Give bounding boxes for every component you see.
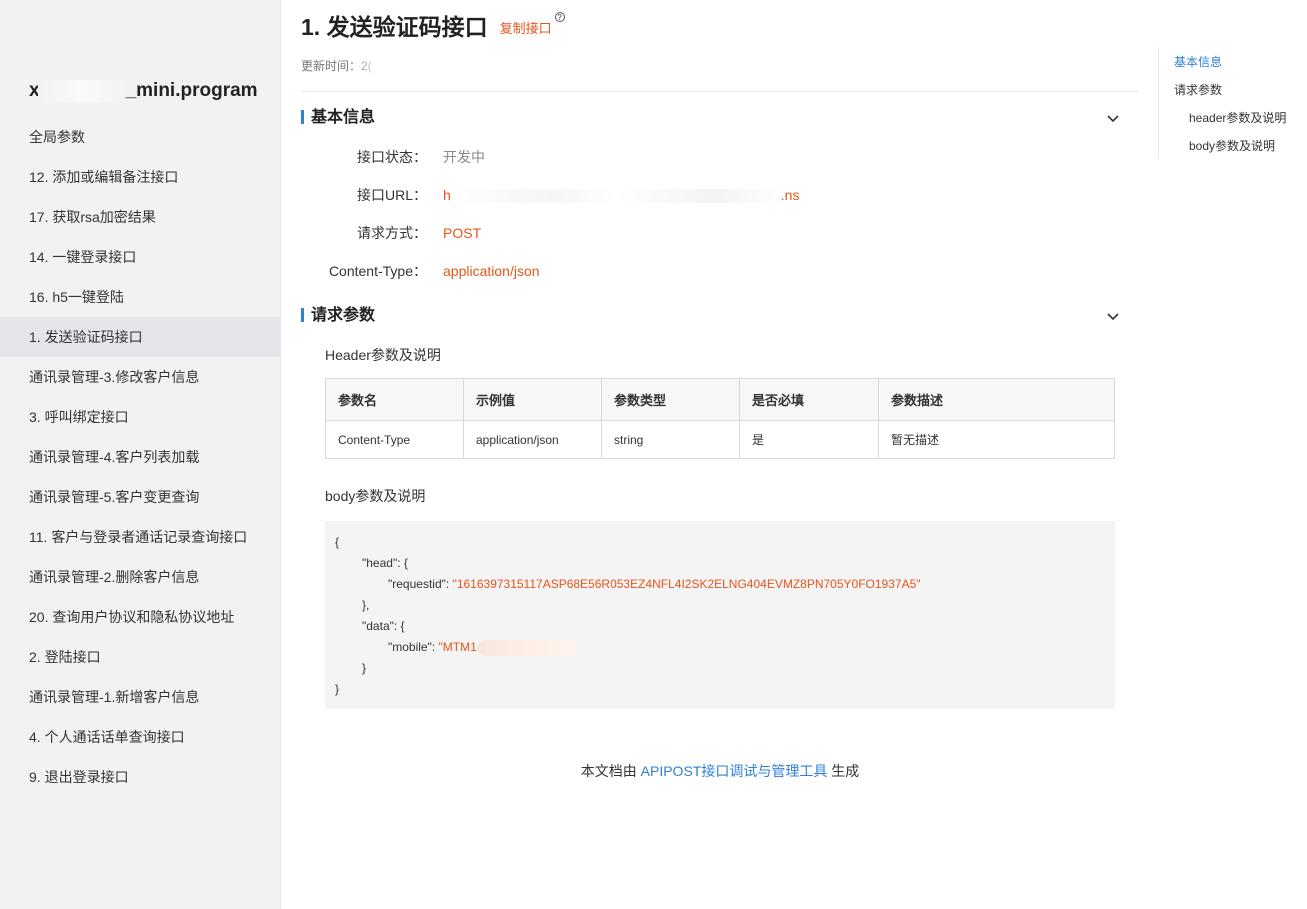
sidebar: x _mini.program 全局参数 12. 添加或编辑备注接口 17. 获取… xyxy=(0,0,281,909)
sidebar-item-call-bind[interactable]: 3. 呼叫绑定接口 xyxy=(0,397,280,437)
info-row-status: 接口状态： 开发中 xyxy=(301,147,1139,167)
table-row: Content-Type application/json string 是 暂… xyxy=(325,420,1115,459)
update-time-fade xyxy=(347,60,388,73)
section-accent-bar xyxy=(301,110,304,124)
mobile-redacted xyxy=(476,639,577,656)
sidebar-item-customer-list[interactable]: 通讯录管理-4.客户列表加载 xyxy=(0,437,280,477)
footer-suffix: 生成 xyxy=(827,763,860,779)
column-header: 是否必填 xyxy=(739,378,879,421)
code-key: "mobile": xyxy=(388,640,439,654)
column-header: 示例值 xyxy=(463,378,602,421)
info-row-url: 接口URL： h .ns xyxy=(301,185,1139,205)
body-code-block[interactable]: { "head": { "requestid": "1616397315117A… xyxy=(325,521,1115,709)
code-line: "data": { xyxy=(362,619,405,633)
code-line: "mobile": "MTM1 xyxy=(335,637,1105,658)
sidebar-item-delete-customer[interactable]: 通讯录管理-2.删除客户信息 xyxy=(0,557,280,597)
sidebar-item-add-customer[interactable]: 通讯录管理-1.新增客户信息 xyxy=(0,677,280,717)
sidebar-item-agreement[interactable]: 20. 查询用户协议和隐私协议地址 xyxy=(0,597,280,637)
code-string: "1616397315117ASP68E56R053EZ4NFL4I2SK2EL… xyxy=(452,577,921,591)
table-of-contents: 基本信息 请求参数 header参数及说明 body参数及说明 xyxy=(1158,47,1307,159)
method-label: 请求方式： xyxy=(357,225,427,241)
footer: 本文档由 APIPOST接口调试与管理工具 生成 xyxy=(301,761,1139,781)
table-cell: string xyxy=(601,420,740,459)
toc-item-header-params[interactable]: header参数及说明 xyxy=(1189,109,1286,126)
sidebar-item-send-code[interactable]: 1. 发送验证码接口 xyxy=(0,317,280,357)
sidebar-item-call-records[interactable]: 11. 客户与登录者通话记录查询接口 xyxy=(0,517,280,557)
code-line: "requestid": "1616397315117ASP68E56R053E… xyxy=(335,574,1105,595)
copy-api-link[interactable]: 复制接口 xyxy=(500,18,552,37)
update-time: 更新时间：2( xyxy=(301,57,388,74)
table-cell: application/json xyxy=(463,420,602,459)
code-line: } xyxy=(335,682,340,696)
sidebar-item-h5-login[interactable]: 16. h5一键登陆 xyxy=(0,277,280,317)
sidebar-item-one-click-login[interactable]: 14. 一键登录接口 xyxy=(0,237,280,277)
table-header-row: 参数名 示例值 参数类型 是否必填 参数描述 xyxy=(325,378,1115,421)
table-cell: 是 xyxy=(739,420,879,459)
sidebar-item-remark[interactable]: 12. 添加或编辑备注接口 xyxy=(0,157,280,197)
chevron-down-icon[interactable] xyxy=(1105,110,1121,126)
url-redacted xyxy=(450,189,781,204)
code-string: "MTM1 xyxy=(438,640,477,654)
table-cell: 暂无描述 xyxy=(878,420,1115,459)
question-circle-icon[interactable]: ? xyxy=(554,12,565,22)
url-label: 接口URL： xyxy=(356,187,427,203)
section-basic-info[interactable]: 基本信息 xyxy=(301,108,1121,128)
apipost-link[interactable]: APIPOST接口调试与管理工具 xyxy=(641,763,828,779)
toc-item-basic-info[interactable]: 基本信息 xyxy=(1174,53,1222,70)
sidebar-item-global-params[interactable]: 全局参数 xyxy=(0,117,280,157)
url-prefix: h xyxy=(443,187,451,203)
code-line: "head": { xyxy=(362,556,408,570)
status-label: 接口状态： xyxy=(357,149,427,165)
method-value: POST xyxy=(443,225,482,241)
sidebar-item-login[interactable]: 2. 登陆接口 xyxy=(0,637,280,677)
code-key: "requestid": xyxy=(388,577,453,591)
url-value[interactable]: h .ns xyxy=(443,185,799,205)
project-name-end: _mini.program xyxy=(125,80,258,102)
code-line: }, xyxy=(362,598,370,612)
info-row-content-type: Content-Type： application/json xyxy=(301,261,1139,281)
table-cell: Content-Type xyxy=(325,420,464,459)
sidebar-item-logout[interactable]: 9. 退出登录接口 xyxy=(0,757,280,797)
code-line: { xyxy=(335,535,340,549)
project-name-redacted xyxy=(37,80,128,102)
toc-item-request-params[interactable]: 请求参数 xyxy=(1174,81,1222,98)
api-list: 全局参数 12. 添加或编辑备注接口 17. 获取rsa加密结果 14. 一键登… xyxy=(0,117,280,797)
column-header: 参数描述 xyxy=(878,378,1115,421)
sidebar-item-customer-change[interactable]: 通讯录管理-5.客户变更查询 xyxy=(0,477,280,517)
status-value: 开发中 xyxy=(443,149,485,165)
section-title-basic-info: 基本信息 xyxy=(311,109,376,126)
content-type-value: application/json xyxy=(443,263,540,279)
chevron-down-icon[interactable] xyxy=(1105,308,1121,324)
body-params-label: body参数及说明 xyxy=(325,488,426,504)
column-header: 参数名 xyxy=(325,378,464,421)
column-header: 参数类型 xyxy=(601,378,740,421)
sidebar-item-edit-customer[interactable]: 通讯录管理-3.修改客户信息 xyxy=(0,357,280,397)
toc-item-body-params[interactable]: body参数及说明 xyxy=(1189,137,1275,154)
info-row-method: 请求方式： POST xyxy=(301,223,1139,243)
page-title: 1. 发送验证码接口 xyxy=(301,14,488,40)
header-params-label: Header参数及说明 xyxy=(325,347,441,363)
code-line: } xyxy=(362,661,367,675)
title-row: 1. 发送验证码接口 复制接口? xyxy=(301,8,565,40)
sidebar-item-personal-calls[interactable]: 4. 个人通话话单查询接口 xyxy=(0,717,280,757)
header-params-table: 参数名 示例值 参数类型 是否必填 参数描述 Content-Type appl… xyxy=(325,378,1115,459)
project-name: x _mini.program xyxy=(29,80,258,102)
section-accent-bar xyxy=(301,308,304,322)
section-title-request-params: 请求参数 xyxy=(311,307,376,324)
sidebar-item-rsa[interactable]: 17. 获取rsa加密结果 xyxy=(0,197,280,237)
content-type-label: Content-Type： xyxy=(328,263,427,279)
section-request-params[interactable]: 请求参数 xyxy=(301,306,1121,326)
footer-prefix: 本文档由 xyxy=(580,763,641,779)
divider xyxy=(301,91,1139,92)
url-suffix: .ns xyxy=(780,187,800,203)
